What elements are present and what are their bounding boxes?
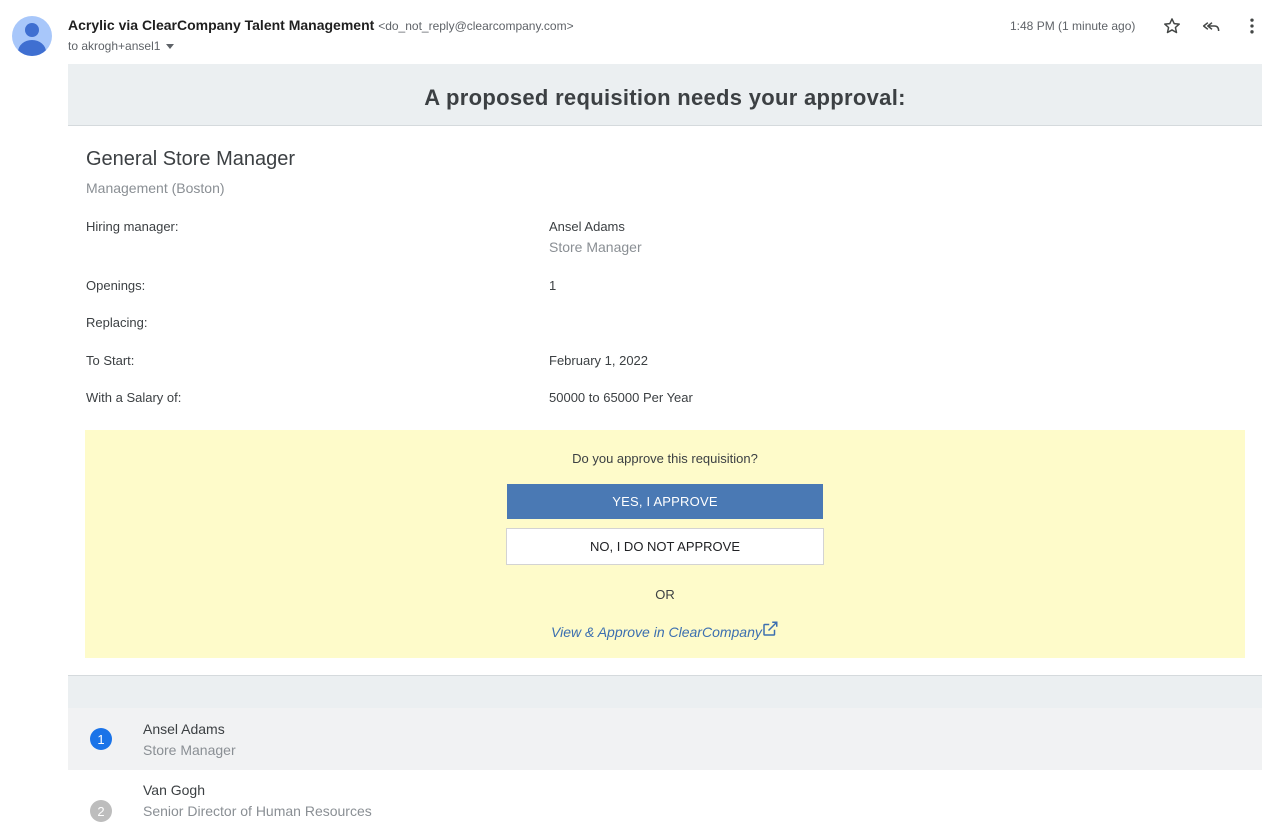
salary-label: With a Salary of: xyxy=(86,390,182,405)
approver-role: Store Manager xyxy=(143,742,236,758)
sender-line: Acrylic via ClearCompany Talent Manageme… xyxy=(68,17,574,33)
approvers-header-band xyxy=(68,675,1262,709)
approver-step-badge: 1 xyxy=(90,728,112,750)
approver-name: Ansel Adams xyxy=(143,721,225,737)
email-timestamp: 1:48 PM (1 minute ago) xyxy=(1010,19,1136,33)
start-label: To Start: xyxy=(86,353,135,368)
approval-question: Do you approve this requisition? xyxy=(572,451,758,466)
openings-label: Openings: xyxy=(86,278,146,293)
sender-avatar[interactable] xyxy=(12,16,52,56)
approver-row: 1 Ansel Adams Store Manager xyxy=(68,708,1262,770)
reply-all-icon[interactable] xyxy=(1200,14,1224,38)
recipient-dropdown-icon[interactable] xyxy=(166,44,175,50)
avatar-head xyxy=(25,23,39,37)
approver-name: Van Gogh xyxy=(143,782,206,798)
approve-button[interactable]: YES, I APPROVE xyxy=(507,484,823,519)
department: Management (Boston) xyxy=(86,180,225,196)
replacing-label: Replacing: xyxy=(86,315,148,330)
approval-banner: A proposed requisition needs your approv… xyxy=(68,64,1262,126)
more-vert-icon[interactable] xyxy=(1240,14,1264,38)
banner-title: A proposed requisition needs your approv… xyxy=(424,85,906,110)
view-approve-link[interactable]: View & Approve in ClearCompany xyxy=(551,624,762,640)
approval-box: Do you approve this requisition? YES, I … xyxy=(85,430,1245,658)
recipient-line[interactable]: to akrogh+ansel1 xyxy=(68,39,175,53)
approver-row: 2 Van Gogh Senior Director of Human Reso… xyxy=(68,770,1262,832)
email-body: A proposed requisition needs your approv… xyxy=(68,64,1262,822)
start-value: February 1, 2022 xyxy=(549,353,649,368)
approver-step-badge: 2 xyxy=(90,800,112,822)
star-icon[interactable] xyxy=(1160,14,1184,38)
sender-name[interactable]: Acrylic via ClearCompany Talent Manageme… xyxy=(68,17,374,33)
approver-role: Senior Director of Human Resources xyxy=(143,803,372,819)
reject-button[interactable]: NO, I DO NOT APPROVE xyxy=(506,528,824,565)
sender-email: <do_not_reply@clearcompany.com> xyxy=(378,19,574,33)
external-link-icon[interactable] xyxy=(761,620,779,638)
openings-value: 1 xyxy=(549,278,557,293)
position-title: General Store Manager xyxy=(86,148,296,170)
hiring-manager-title: Store Manager xyxy=(549,239,642,255)
hiring-manager-label: Hiring manager: xyxy=(86,219,179,234)
avatar-body xyxy=(18,40,46,56)
recipient-text: to akrogh+ansel1 xyxy=(68,39,161,53)
salary-value: 50000 to 65000 Per Year xyxy=(549,390,693,405)
or-separator: OR xyxy=(655,587,675,602)
hiring-manager-name: Ansel Adams xyxy=(549,219,625,234)
